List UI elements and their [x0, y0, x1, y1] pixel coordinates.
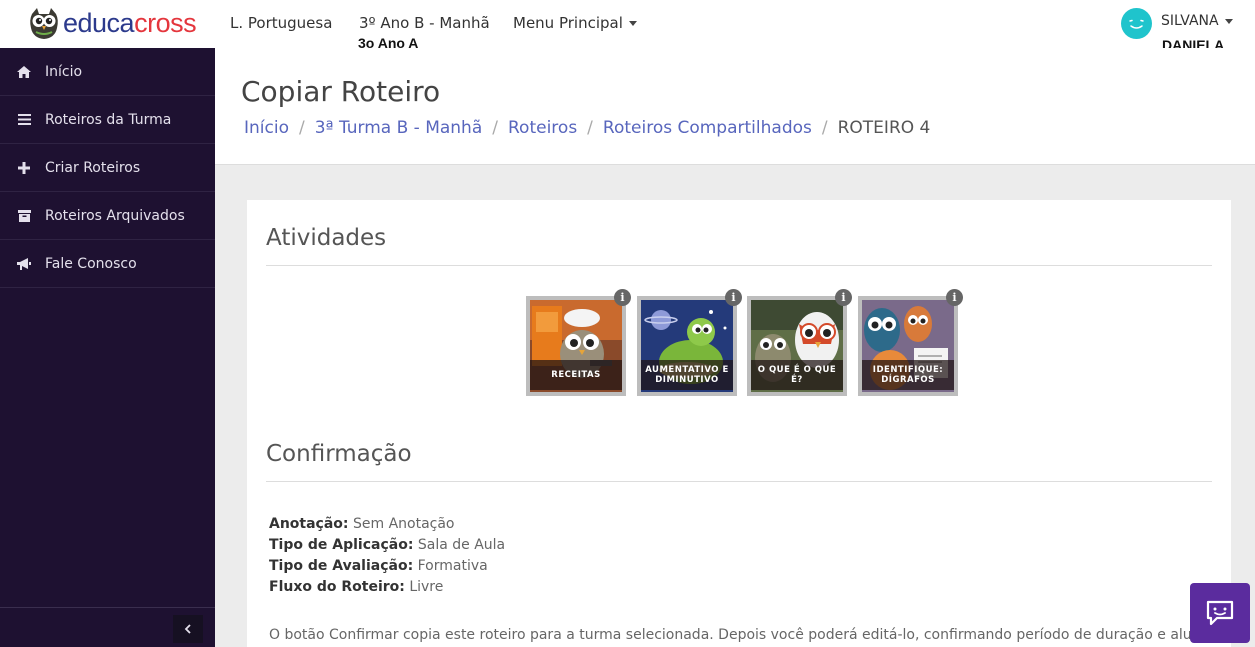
breadcrumb-roteiros[interactable]: Roteiros	[508, 118, 577, 138]
detail-annotation: Anotação: Sem Anotação	[269, 514, 505, 535]
divider	[266, 481, 1212, 482]
info-icon[interactable]: i	[614, 289, 631, 306]
detail-application-type: Tipo de Aplicação: Sala de Aula	[269, 535, 505, 556]
nav-class[interactable]: 3º Ano B - Manhã	[359, 14, 490, 32]
logo-text-educa: educa	[63, 7, 135, 38]
confirmation-text: O botão Confirmar copia este roteiro par…	[269, 627, 1217, 643]
info-icon[interactable]: i	[835, 289, 852, 306]
detail-value: Formativa	[417, 558, 488, 574]
list-icon	[17, 113, 31, 127]
breadcrumb-separator: /	[492, 118, 498, 138]
activity-label: O QUE É O QUE É?	[751, 360, 843, 390]
logo-text-cross: cross	[134, 7, 197, 38]
page-title: Copiar Roteiro	[241, 75, 441, 108]
sidebar: Início Roteiros da Turma Criar Roteiros …	[0, 48, 215, 647]
info-icon[interactable]: i	[725, 289, 742, 306]
breadcrumb-separator: /	[298, 118, 305, 138]
content-card: Atividades RECEITAS i AUMENTATIVO E DIMI…	[247, 200, 1231, 647]
info-icon[interactable]: i	[946, 289, 963, 306]
sidebar-item-inicio[interactable]: Início	[0, 48, 215, 96]
sidebar-collapse-button[interactable]	[173, 615, 203, 643]
archive-icon	[17, 209, 31, 223]
logo-text: educacross	[63, 7, 197, 39]
activity-tile-aumentativo-diminutivo[interactable]: AUMENTATIVO E DIMINUTIVO i	[637, 289, 742, 396]
caret-down-icon	[628, 21, 637, 26]
sidebar-footer	[0, 607, 215, 647]
activity-label: AUMENTATIVO E DIMINUTIVO	[641, 360, 733, 390]
educacross-logo[interactable]: educacross	[28, 6, 197, 40]
divider	[266, 265, 1212, 266]
sidebar-item-criar-roteiros[interactable]: Criar Roteiros	[0, 144, 215, 192]
chat-button[interactable]	[1190, 583, 1250, 643]
breadcrumb-separator: /	[821, 118, 828, 138]
sidebar-item-label: Roteiros da Turma	[45, 111, 172, 128]
detail-key: Anotação:	[269, 516, 349, 532]
nav-main-menu[interactable]: Menu Principal	[513, 14, 637, 32]
detail-value: Sem Anotação	[352, 516, 455, 532]
user-menu[interactable]: SILVANA	[1161, 13, 1233, 29]
breadcrumb-turma[interactable]: 3ª Turma B - Manhã	[315, 118, 483, 138]
sidebar-item-label: Roteiros Arquivados	[45, 207, 185, 224]
confirmation-details: Anotação: Sem Anotação Tipo de Aplicação…	[269, 514, 505, 598]
confirmation-title: Confirmação	[266, 441, 412, 467]
breadcrumb-roteiros-compartilhados[interactable]: Roteiros Compartilhados	[603, 118, 812, 138]
activity-label: IDENTIFIQUE: DÍGRAFOS	[862, 360, 954, 390]
page-header: Copiar Roteiro Início / 3ª Turma B - Man…	[215, 48, 1255, 165]
breadcrumb: Início / 3ª Turma B - Manhã / Roteiros /…	[244, 118, 930, 138]
caret-down-icon	[1224, 18, 1233, 24]
detail-flow: Fluxo do Roteiro: Livre	[269, 577, 505, 598]
user-first-name: SILVANA	[1161, 13, 1219, 29]
sidebar-item-label: Início	[45, 63, 83, 80]
detail-value: Livre	[409, 579, 444, 595]
megaphone-icon	[17, 257, 31, 271]
breadcrumb-separator: /	[587, 118, 593, 138]
home-icon	[17, 65, 31, 79]
detail-key: Tipo de Aplicação:	[269, 537, 414, 553]
sidebar-item-label: Criar Roteiros	[45, 159, 141, 176]
activity-tile-identifique-digrafos[interactable]: IDENTIFIQUE: DÍGRAFOS i	[858, 289, 963, 396]
top-navbar: educacross L. Portuguesa 3º Ano B - Manh…	[0, 0, 1255, 53]
sidebar-item-label: Fale Conosco	[45, 255, 137, 272]
detail-value: Sala de Aula	[417, 537, 506, 553]
sidebar-item-roteiros-turma[interactable]: Roteiros da Turma	[0, 96, 215, 144]
breadcrumb-current: ROTEIRO 4	[837, 118, 931, 138]
user-avatar[interactable]	[1121, 8, 1152, 39]
activities-title: Atividades	[266, 225, 387, 251]
activity-tile-receitas[interactable]: RECEITAS i	[526, 289, 631, 396]
plus-icon	[17, 161, 31, 175]
detail-key: Tipo de Avaliação:	[269, 558, 414, 574]
detail-key: Fluxo do Roteiro:	[269, 579, 405, 595]
owl-logo-icon	[30, 8, 58, 39]
nav-subject[interactable]: L. Portuguesa	[230, 14, 332, 32]
sidebar-item-fale-conosco[interactable]: Fale Conosco	[0, 240, 215, 288]
activities-list: RECEITAS i AUMENTATIVO E DIMINUTIVO i O …	[526, 289, 966, 396]
detail-evaluation-type: Tipo de Avaliação: Formativa	[269, 556, 505, 577]
sidebar-item-roteiros-arquivados[interactable]: Roteiros Arquivados	[0, 192, 215, 240]
smiley-icon	[1129, 19, 1144, 29]
activity-label: RECEITAS	[530, 360, 622, 390]
chevron-left-icon	[184, 624, 191, 634]
chat-icon	[1206, 600, 1234, 626]
nav-main-menu-label: Menu Principal	[513, 14, 623, 32]
breadcrumb-inicio[interactable]: Início	[244, 118, 289, 138]
activity-tile-o-que-e[interactable]: O QUE É O QUE É? i	[747, 289, 852, 396]
